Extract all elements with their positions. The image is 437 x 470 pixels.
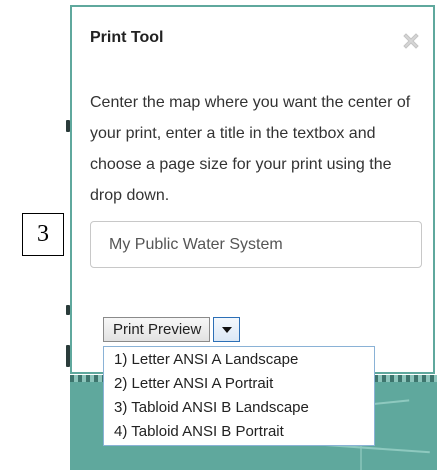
print-preview-button[interactable]: Print Preview [103, 317, 211, 342]
menu-item-tabloid-landscape[interactable]: 3) Tabloid ANSI B Landscape [104, 396, 374, 420]
close-icon[interactable] [400, 30, 422, 52]
step-number-label: 3 [22, 213, 64, 256]
page-size-menu: 1) Letter ANSI A Landscape 2) Letter ANS… [103, 346, 375, 446]
print-title-input[interactable] [90, 221, 422, 268]
caret-down-icon [222, 327, 233, 333]
menu-item-tabloid-portrait[interactable]: 4) Tabloid ANSI B Portrait [104, 420, 374, 444]
print-instructions: Center the map where you want the center… [90, 94, 411, 204]
page-size-dropdown-toggle[interactable] [213, 317, 241, 342]
menu-item-letter-landscape[interactable]: 1) Letter ANSI A Landscape [104, 348, 374, 372]
print-preview-button-group: Print Preview [103, 317, 241, 342]
panel-title: Print Tool [90, 29, 164, 46]
screenshot-stage: Print Tool Center the map where you want… [0, 0, 437, 470]
menu-item-letter-portrait[interactable]: 2) Letter ANSI A Portrait [104, 372, 374, 396]
